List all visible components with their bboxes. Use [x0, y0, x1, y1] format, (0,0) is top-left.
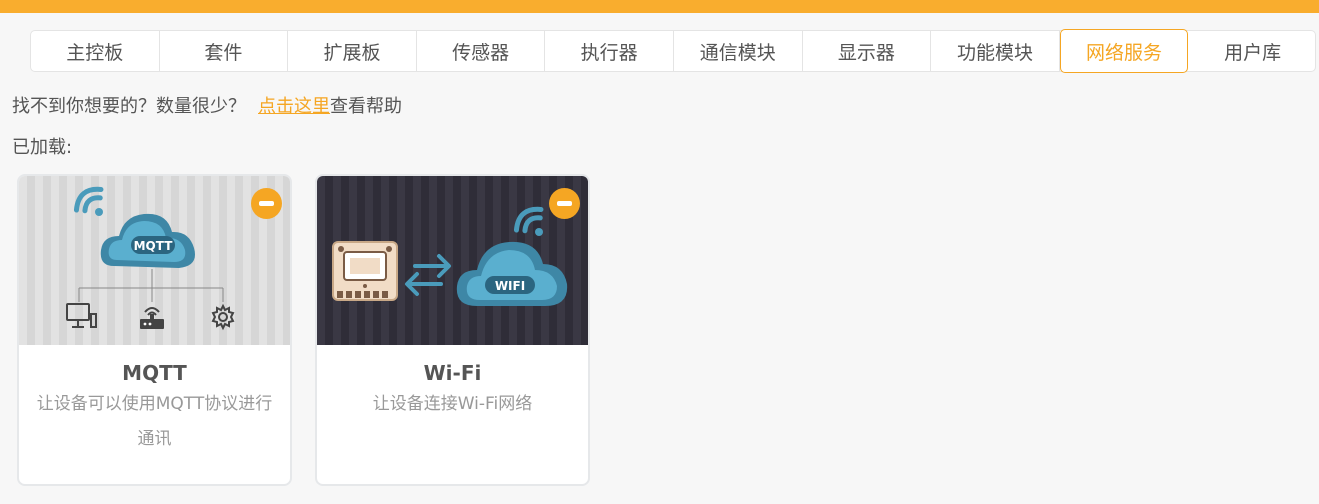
card-title: MQTT — [122, 361, 187, 385]
loaded-label: 已加载: — [12, 137, 73, 158]
card-title: Wi-Fi — [423, 361, 482, 385]
tab-user-library[interactable]: 用户库 — [1188, 31, 1317, 71]
mqtt-cloud-label: MQTT — [134, 239, 174, 253]
tab-actuators[interactable]: 执行器 — [545, 31, 674, 71]
remove-wifi-button[interactable] — [549, 188, 580, 219]
card-description: 让设备可以使用MQTT协议进行通讯 — [36, 394, 273, 449]
help-text: 找不到你想要的？数量很少？ — [12, 96, 246, 117]
card-description: 让设备连接Wi-Fi网络 — [372, 394, 533, 414]
mqtt-illustration: MQTT — [19, 176, 290, 345]
wifi-illustration: WIFI — [317, 176, 588, 345]
top-accent-bar — [0, 0, 1319, 13]
tab-communication[interactable]: 通信模块 — [674, 31, 803, 71]
help-suffix: 查看帮助 — [330, 96, 402, 117]
help-link[interactable]: 点击这里 — [258, 96, 330, 117]
tab-expansion-board[interactable]: 扩展板 — [288, 31, 417, 71]
mqtt-card-image: MQTT — [19, 176, 290, 345]
category-tabs: 主控板 套件 扩展板 传感器 执行器 通信模块 显示器 功能模块 网络服务 用户… — [30, 29, 1317, 73]
tab-network-services[interactable]: 网络服务 — [1059, 29, 1189, 73]
tab-sensors[interactable]: 传感器 — [417, 31, 546, 71]
extension-card-mqtt[interactable]: MQTT MQTT 让设备可以使用MQTT协议进行通讯 — [17, 174, 292, 486]
extension-card-wifi[interactable]: WIFI Wi-Fi 让设备连接Wi-Fi网络 — [315, 174, 590, 486]
wifi-card-image: WIFI — [317, 176, 588, 345]
help-line: 找不到你想要的？数量很少？ 点击这里查看帮助 — [12, 92, 402, 118]
board-icon — [332, 241, 398, 301]
wifi-cloud-label: WIFI — [495, 279, 525, 293]
tab-displays[interactable]: 显示器 — [803, 31, 932, 71]
tab-kits[interactable]: 套件 — [160, 31, 289, 71]
tab-function-modules[interactable]: 功能模块 — [931, 31, 1060, 71]
tab-main-board[interactable]: 主控板 — [31, 31, 160, 71]
remove-mqtt-button[interactable] — [251, 188, 282, 219]
